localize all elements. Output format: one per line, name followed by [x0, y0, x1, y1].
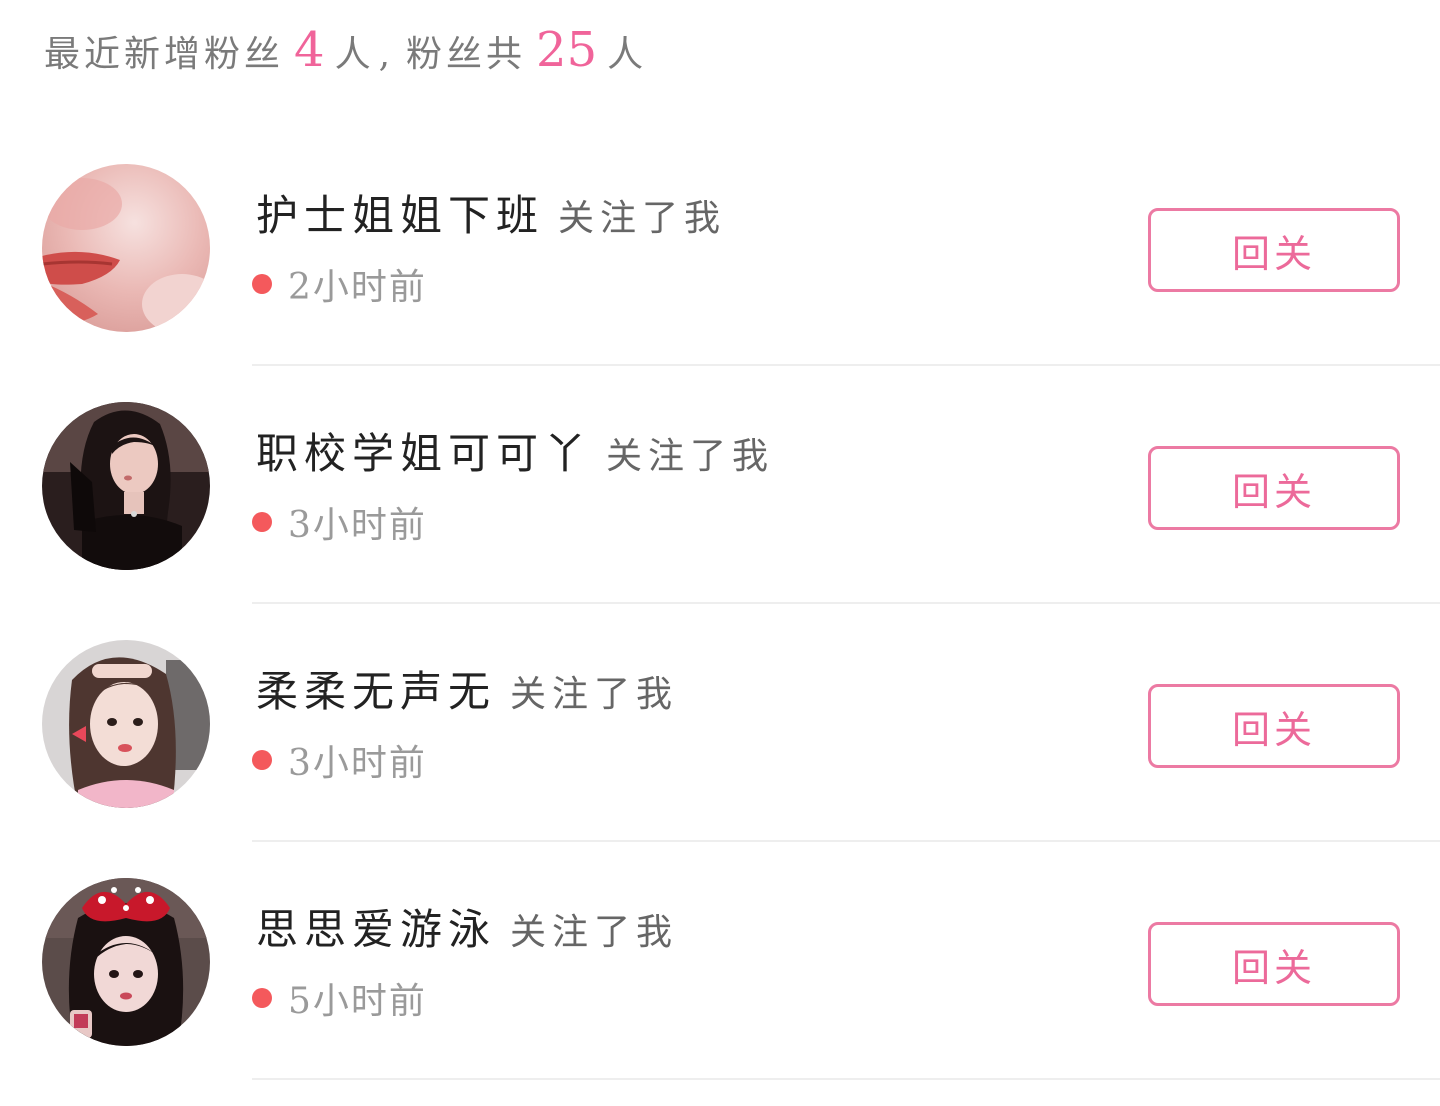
follower-list: 护士姐姐下班 关注了我 2小时前 回关 职校学姐可可丫 关注了我 3小时前 回关…: [0, 128, 1440, 1080]
follower-row[interactable]: 柔柔无声无 关注了我 3小时前 回关: [0, 604, 1440, 842]
time-line: 5小时前: [252, 968, 427, 1028]
avatar-girl-light-photo: [42, 640, 210, 808]
follow-back-button[interactable]: 回关: [1148, 446, 1400, 530]
avatar-girl-dark-photo: [42, 402, 210, 570]
avatar[interactable]: [42, 402, 210, 570]
follow-action-text: 关注了我: [510, 912, 679, 953]
follow-action-text: 关注了我: [558, 198, 727, 239]
unread-dot-icon: [252, 750, 272, 770]
unread-dot-icon: [252, 274, 272, 294]
unread-dot-icon: [252, 512, 272, 532]
follower-name[interactable]: 柔柔无声无: [256, 658, 496, 719]
avatar-girl-bow-photo: [42, 878, 210, 1046]
name-line: 思思爱游泳 关注了我: [256, 896, 678, 960]
follow-time: 2小时前: [288, 267, 427, 308]
follow-time: 3小时前: [288, 743, 427, 784]
row-divider: [252, 1078, 1440, 1080]
avatar[interactable]: [42, 640, 210, 808]
name-line: 职校学姐可可丫 关注了我: [256, 420, 774, 484]
follow-time: 5小时前: [288, 981, 427, 1022]
avatar[interactable]: [42, 878, 210, 1046]
follower-name[interactable]: 护士姐姐下班: [256, 182, 544, 243]
follow-action-text: 关注了我: [606, 436, 775, 477]
follower-name[interactable]: 职校学姐可可丫: [256, 420, 592, 481]
time-line: 2小时前: [252, 254, 427, 314]
new-follower-count: 4: [294, 22, 325, 78]
follow-time: 3小时前: [288, 505, 427, 546]
summary-separator: ,: [378, 34, 395, 75]
follower-row[interactable]: 思思爱游泳 关注了我 5小时前 回关: [0, 842, 1440, 1080]
summary-unit-1: 人: [334, 34, 375, 75]
time-line: 3小时前: [252, 492, 427, 552]
summary-unit-2: 人: [607, 34, 648, 75]
follow-back-button[interactable]: 回关: [1148, 684, 1400, 768]
follower-summary: 最近新增粉丝 4 人 , 粉丝共 25 人: [44, 22, 647, 92]
total-follower-count: 25: [536, 22, 598, 78]
unread-dot-icon: [252, 988, 272, 1008]
name-line: 护士姐姐下班 关注了我: [256, 182, 726, 246]
time-line: 3小时前: [252, 730, 427, 790]
follower-row[interactable]: 护士姐姐下班 关注了我 2小时前 回关: [0, 128, 1440, 366]
follow-action-text: 关注了我: [510, 674, 679, 715]
follow-back-button[interactable]: 回关: [1148, 208, 1400, 292]
follow-back-button[interactable]: 回关: [1148, 922, 1400, 1006]
follower-row[interactable]: 职校学姐可可丫 关注了我 3小时前 回关: [0, 366, 1440, 604]
avatar[interactable]: [42, 164, 210, 332]
name-line: 柔柔无声无 关注了我: [256, 658, 678, 722]
avatar-lips-photo: [42, 164, 210, 332]
summary-middle: 粉丝共: [406, 34, 527, 75]
summary-prefix: 最近新增粉丝: [44, 34, 285, 75]
follower-name[interactable]: 思思爱游泳: [256, 896, 496, 957]
